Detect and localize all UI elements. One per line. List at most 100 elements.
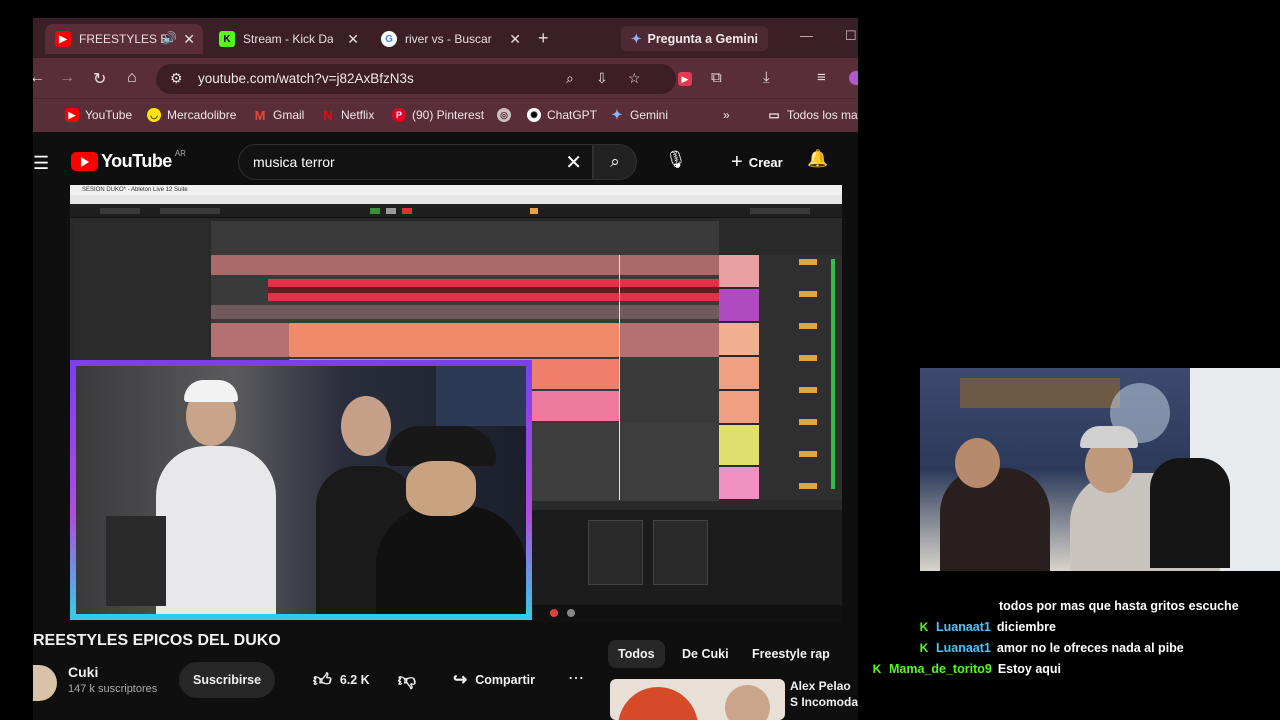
tab-label: Stream - Kick Das <box>243 32 333 46</box>
bookmark-label: Gmail <box>273 108 305 122</box>
chat-message: K Luanaat1 amor no le ofreces nada al pi… <box>918 641 1184 655</box>
back-icon[interactable]: ← <box>33 69 45 87</box>
profile-avatar[interactable] <box>849 71 858 85</box>
minimize-icon[interactable]: — <box>800 28 813 43</box>
reload-icon[interactable]: ↻ <box>93 69 106 89</box>
maximize-icon[interactable]: ☐ <box>845 28 857 44</box>
chat-username[interactable]: Luanaat1 <box>936 620 991 634</box>
chat-text: todos por mas que hasta gritos escuche <box>999 599 1239 613</box>
youtube-header: ☰ YouTube AR musica terror ✕ ⌕ 🎙 + Crear… <box>33 134 858 188</box>
chip-freestyle-rap[interactable]: Freestyle rap <box>742 640 840 668</box>
tab-youtube[interactable]: ▶ FREESTYLES E 🔊 ✕ <box>45 24 203 54</box>
globe-icon: ◎ <box>497 108 511 122</box>
subscriber-count: 147 k suscriptores <box>68 683 158 695</box>
new-tab-icon[interactable]: + <box>538 28 549 49</box>
related-video-thumbnail[interactable] <box>610 679 785 720</box>
notifications-icon[interactable]: 🔔 <box>807 149 828 169</box>
daw-track-label <box>719 357 759 389</box>
channel-avatar[interactable] <box>33 665 57 701</box>
home-icon[interactable]: ⌂ <box>127 69 137 87</box>
share-icon: ↪ <box>453 670 468 689</box>
kick-badge-icon: K <box>872 662 882 676</box>
webcam-overlay <box>70 360 532 620</box>
menu-icon[interactable]: ☰ <box>33 153 49 174</box>
bookmark-star-icon[interactable]: ☆ <box>628 70 641 87</box>
chip-de-cuki[interactable]: De Cuki <box>672 640 739 668</box>
clear-search-icon[interactable]: ✕ <box>565 150 582 175</box>
bookmarks-bar: ▶ YouTube ◡ Mercadolibre M Gmail N Netfl… <box>33 98 858 132</box>
bookmark-label: (90) Pinterest <box>412 108 485 122</box>
site-info-icon[interactable]: ⚙ <box>170 70 183 87</box>
chat-username[interactable]: Luanaat1 <box>936 641 991 655</box>
daw-mixer <box>759 255 842 500</box>
like-count: 6.2 K <box>339 673 370 687</box>
bookmark-pinterest[interactable]: P (90) Pinterest <box>392 108 484 122</box>
plus-icon: + <box>731 150 743 173</box>
search-input[interactable]: musica terror <box>253 154 335 170</box>
more-actions-icon[interactable]: ⋯ <box>568 668 584 688</box>
media-control-icon[interactable]: ≡ <box>817 69 826 86</box>
subscribe-button[interactable]: Suscribirse <box>179 662 276 698</box>
related-video-title[interactable]: Alex Pelao S Incomoda ... <box>790 678 858 720</box>
daw-track-label <box>719 425 759 465</box>
bookmark-globe[interactable]: ◎ <box>497 108 511 122</box>
bookmark-gmail[interactable]: M Gmail <box>253 107 305 123</box>
zoom-icon[interactable]: ⌕ <box>566 70 574 87</box>
close-tab-icon[interactable]: ✕ <box>183 31 195 48</box>
chat-username[interactable]: Mama_de_torito9 <box>889 662 992 676</box>
search-icon: ⌕ <box>610 152 620 171</box>
bookmark-youtube[interactable]: ▶ YouTube <box>65 108 132 122</box>
daw-window-title: SESION DUKO* - Ableton Live 12 Suite <box>70 185 842 195</box>
bookmark-all-folder[interactable]: ▭ Todos los ma <box>767 108 857 122</box>
chat-message: todos por mas que hasta gritos escuche <box>999 599 1239 613</box>
extension-icon[interactable]: ▶ <box>678 72 692 86</box>
mercadolibre-icon: ◡ <box>147 108 161 122</box>
toolbar: ← → ↻ ⌂ ⚙ youtube.com/watch?v=j82AxBfzN3… <box>33 58 858 98</box>
voice-search-icon[interactable]: 🎙 <box>665 150 687 170</box>
search-box[interactable]: musica terror ✕ <box>238 144 593 180</box>
bookmark-mercadolibre[interactable]: ◡ Mercadolibre <box>147 108 236 122</box>
create-button[interactable]: + Crear <box>723 146 791 178</box>
share-button[interactable]: ↪ Compartir <box>453 662 535 698</box>
kick-badge-icon: K <box>919 641 929 655</box>
dislike-icon[interactable]: 👎︎ <box>398 669 416 691</box>
bookmark-label: Netflix <box>341 108 375 122</box>
tab-google[interactable]: G river vs - Buscar c ✕ <box>371 24 529 54</box>
gmail-icon: M <box>254 107 266 123</box>
country-code: AR <box>174 149 186 158</box>
netflix-icon: N <box>323 107 333 123</box>
chip-todos[interactable]: Todos <box>608 640 665 668</box>
daw-playhead <box>619 255 620 500</box>
channel-name[interactable]: Cuki <box>68 664 98 680</box>
bookmark-label: YouTube <box>85 108 133 122</box>
install-icon[interactable]: ⇩ <box>596 70 608 87</box>
youtube-play-icon <box>71 152 98 171</box>
facecam <box>920 368 1280 571</box>
tab-kick[interactable]: K Stream - Kick Das ✕ <box>209 24 367 54</box>
screen: ▶ FREESTYLES E 🔊 ✕ K Stream - Kick Das ✕… <box>0 0 1280 720</box>
bookmark-label: Mercadolibre <box>167 108 237 122</box>
gemini-button[interactable]: ✦ Pregunta a Gemini <box>621 26 768 51</box>
bookmark-chatgpt[interactable]: ✺ ChatGPT <box>527 108 597 122</box>
close-tab-icon[interactable]: ✕ <box>509 31 521 48</box>
forward-icon[interactable]: → <box>59 69 75 87</box>
pinterest-icon: P <box>392 108 406 122</box>
url-text: youtube.com/watch?v=j82AxBfzN3s <box>198 71 414 86</box>
video-title: REESTYLES EPICOS DEL DUKO <box>33 632 281 649</box>
like-icon[interactable]: 👍︎ <box>313 669 332 691</box>
daw-track-label <box>719 467 759 499</box>
chat-text: Estoy aqui <box>997 662 1062 676</box>
bookmark-netflix[interactable]: N Netflix <box>321 107 375 123</box>
extensions-puzzle-icon[interactable]: ⧉ <box>711 69 722 86</box>
bookmark-gemini[interactable]: ✦ Gemini <box>610 107 668 122</box>
download-icon[interactable]: ⤓ <box>763 69 770 86</box>
close-tab-icon[interactable]: ✕ <box>347 31 359 48</box>
search-button[interactable]: ⌕ <box>593 144 637 180</box>
daw-track-label <box>719 255 759 287</box>
youtube-logo[interactable]: YouTube AR <box>71 149 186 172</box>
tab-label: FREESTYLES E <box>79 32 169 46</box>
more-bookmarks-icon[interactable]: » <box>723 108 730 122</box>
address-bar[interactable]: ⚙ youtube.com/watch?v=j82AxBfzN3s ⌕ ⇩ ☆ <box>156 64 676 94</box>
speaker-icon[interactable]: 🔊 <box>162 31 177 45</box>
chat-text: diciembre <box>996 620 1056 634</box>
